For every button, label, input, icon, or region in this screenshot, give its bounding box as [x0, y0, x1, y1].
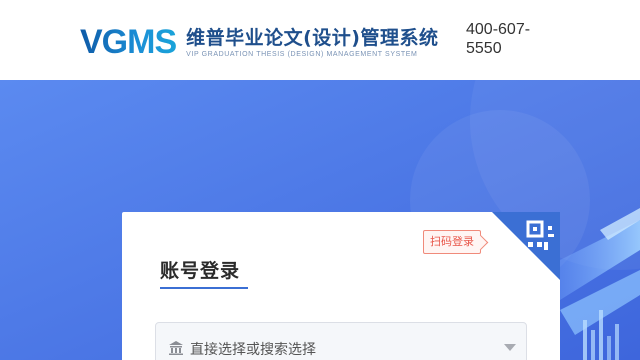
system-name-cn: 维普毕业论文(设计)管理系统 — [186, 26, 439, 49]
header: VGMS 维普毕业论文(设计)管理系统 VIP GRADUATION THESI… — [0, 0, 640, 80]
bank-icon — [168, 340, 184, 356]
qr-login-tag[interactable]: 扫码登录 — [423, 230, 481, 254]
service-phone: 400-607-5550 — [466, 21, 531, 57]
qr-code-toggle[interactable] — [492, 212, 560, 280]
school-select-placeholder: 直接选择或搜索选择 — [190, 342, 316, 358]
system-name-en: VIP GRADUATION THESIS (DESIGN) MANAGEMEN… — [186, 50, 418, 58]
login-card: 扫码登录 账号登录 直接选择或搜索选择 — [122, 212, 560, 360]
logo-mark: VGMS — [80, 23, 177, 61]
active-tab-indicator — [160, 287, 248, 289]
logo-text: 维普毕业论文(设计)管理系统 VIP GRADUATION THESIS (DE… — [186, 26, 438, 59]
chevron-down-icon[interactable] — [504, 344, 516, 351]
school-select[interactable]: 直接选择或搜索选择 — [155, 322, 527, 360]
login-tab-account[interactable]: 账号登录 — [160, 256, 240, 283]
logo[interactable]: VGMS 维普毕业论文(设计)管理系统 VIP GRADUATION THESI… — [80, 22, 439, 62]
